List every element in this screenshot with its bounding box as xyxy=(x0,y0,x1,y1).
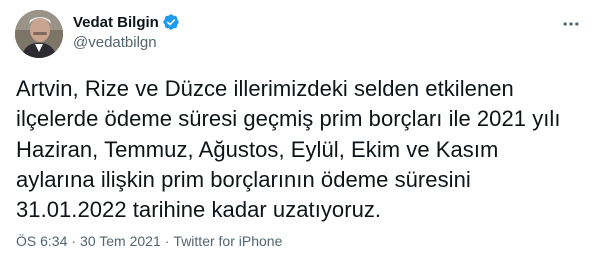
avatar[interactable] xyxy=(15,10,63,58)
tweet-metadata: ÖS 6:34 · 30 Tem 2021 · Twitter for iPho… xyxy=(16,233,282,249)
avatar-photo xyxy=(15,10,63,58)
author-handle[interactable]: @vedatbilgn xyxy=(73,34,157,51)
more-horizontal-icon xyxy=(563,22,579,26)
more-options-button[interactable] xyxy=(557,10,585,38)
meta-separator: · xyxy=(71,233,77,249)
author-name-row: Vedat Bilgin xyxy=(73,12,180,32)
tweet-text: Artvin, Rize ve Düzce illerimizdeki seld… xyxy=(16,76,561,223)
tweet-date[interactable]: 30 Tem 2021 xyxy=(80,233,161,249)
tweet-time[interactable]: ÖS 6:34 xyxy=(16,233,67,249)
verified-badge-icon xyxy=(162,13,180,31)
tweet-card: Vedat Bilgin @vedatbilgn Artvin, Rize ve… xyxy=(0,0,597,259)
tweet-source[interactable]: Twitter for iPhone xyxy=(173,233,282,249)
author-display-name[interactable]: Vedat Bilgin xyxy=(73,14,159,31)
meta-separator: · xyxy=(164,233,170,249)
